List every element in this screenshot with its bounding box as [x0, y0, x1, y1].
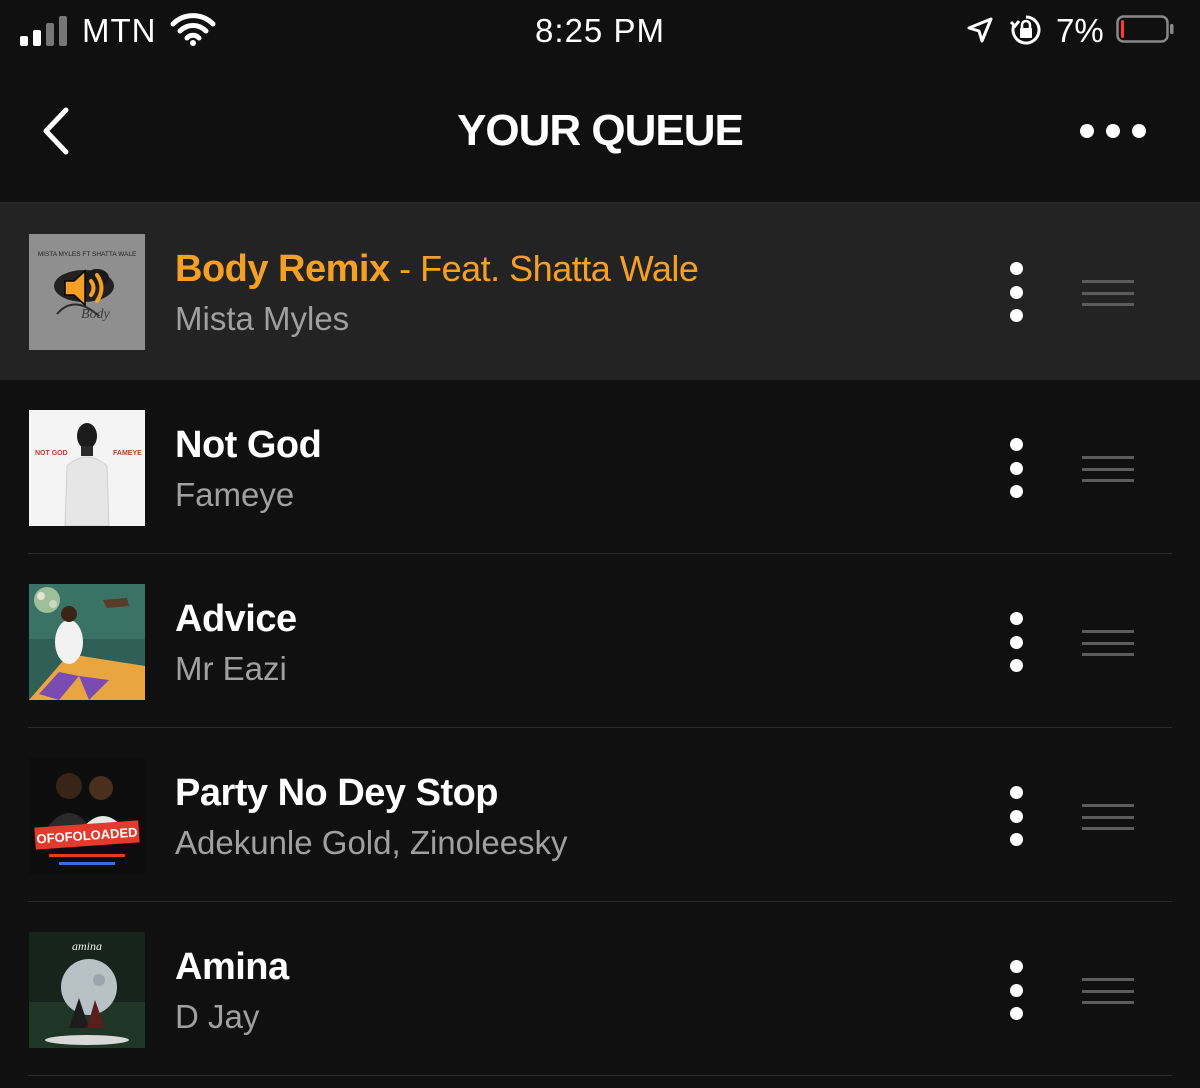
location-arrow-icon — [967, 17, 993, 43]
battery-percent: 7% — [1056, 12, 1104, 49]
more-vertical-icon — [1009, 612, 1023, 625]
track-feature: - Feat. Shatta Wale — [389, 248, 699, 289]
page-title: YOUR QUEUE — [457, 106, 744, 155]
track-options-button[interactable] — [998, 786, 1034, 846]
track-title: Advice — [175, 598, 297, 640]
queue-list: MISTA MYLES FT SHATTA WALE Body Body Rem… — [0, 204, 1200, 1076]
album-cover: NOT GOD FAMEYE — [29, 410, 145, 526]
queue-item[interactable]: amina Amina D Jay — [0, 902, 1200, 1076]
album-cover — [29, 584, 145, 700]
album-cover: MISTA MYLES FT SHATTA WALE Body — [29, 234, 145, 350]
track-title: Not God — [175, 424, 322, 466]
track-artist: Fameye — [175, 476, 295, 513]
queue-item[interactable]: MISTA MYLES FT SHATTA WALE Body Body Rem… — [0, 204, 1200, 380]
track-title: Body Remix - Feat. Shatta Wale — [175, 248, 699, 290]
svg-text:Body: Body — [81, 307, 111, 322]
battery-icon — [1116, 15, 1174, 43]
more-horizontal-icon — [1080, 124, 1094, 138]
track-artist: Mr Eazi — [175, 650, 287, 687]
more-options-button[interactable] — [1080, 116, 1146, 146]
drag-handle[interactable] — [1082, 280, 1134, 306]
queue-item[interactable]: Advice Mr Eazi — [0, 554, 1200, 728]
queue-item[interactable]: NOT GOD FAMEYE Not God Fameye — [0, 380, 1200, 554]
drag-handle[interactable] — [1082, 978, 1134, 1004]
more-vertical-icon — [1009, 960, 1023, 973]
track-options-button[interactable] — [998, 612, 1034, 672]
header: YOUR QUEUE — [0, 62, 1200, 204]
more-vertical-icon — [1009, 262, 1023, 275]
speaker-icon — [64, 269, 104, 307]
track-artist: Mista Myles — [175, 300, 350, 337]
rotation-lock-icon — [1010, 15, 1041, 45]
track-options-button[interactable] — [998, 960, 1034, 1020]
cover-text: FAMEYE — [113, 450, 142, 457]
more-vertical-icon — [1009, 438, 1023, 451]
cover-text: amina — [72, 939, 102, 953]
track-artist: Adekunle Gold, Zinoleesky — [175, 824, 568, 861]
status-bar: MTN 8:25 PM 7% — [0, 0, 1200, 62]
queue-item[interactable]: OFOFOLOADED Party No Dey Stop Adekunle G… — [0, 728, 1200, 902]
cover-text: MISTA MYLES FT SHATTA WALE — [38, 251, 137, 258]
track-title: Party No Dey Stop — [175, 772, 499, 814]
cover-text: NOT GOD — [35, 450, 68, 457]
track-options-button[interactable] — [998, 262, 1034, 322]
divider — [28, 1075, 1172, 1076]
drag-handle[interactable] — [1082, 456, 1134, 482]
drag-handle[interactable] — [1082, 630, 1134, 656]
track-options-button[interactable] — [998, 438, 1034, 498]
drag-handle[interactable] — [1082, 804, 1134, 830]
track-artist: D Jay — [175, 998, 260, 1035]
album-cover: amina — [29, 932, 145, 1048]
more-vertical-icon — [1009, 786, 1023, 799]
album-cover: OFOFOLOADED — [29, 758, 145, 874]
track-title: Amina — [175, 946, 289, 988]
